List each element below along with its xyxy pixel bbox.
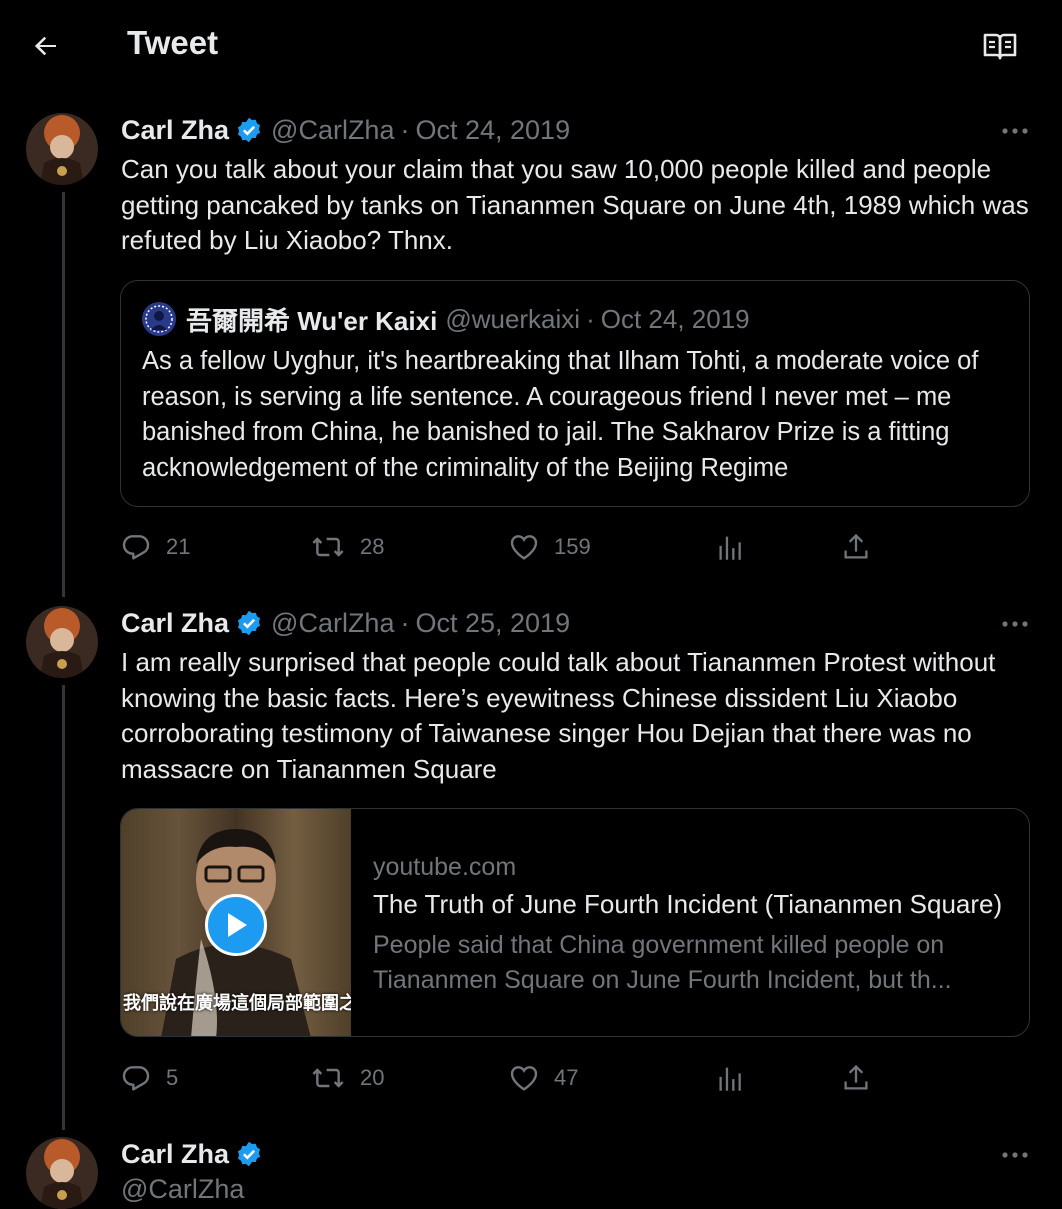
tweet-text: I am really surprised that people could … xyxy=(121,647,996,784)
quoted-tweet[interactable]: 吾爾開希 Wu'er Kaixi @wuerkaixi · Oct 24, 20… xyxy=(120,280,1030,507)
more-horizontal-icon xyxy=(1002,128,1028,134)
like-count: 47 xyxy=(554,1065,579,1090)
share-button[interactable] xyxy=(842,1061,870,1095)
separator: · xyxy=(400,114,410,145)
verified-badge-icon xyxy=(237,1141,261,1167)
author-handle[interactable]: @CarlZha xyxy=(271,115,394,146)
separator: · xyxy=(400,607,410,638)
share-icon xyxy=(844,533,868,559)
book-open-icon xyxy=(983,33,1017,60)
retweet-icon xyxy=(312,1068,344,1088)
arrow-left-icon xyxy=(34,36,56,56)
reader-mode-button[interactable] xyxy=(978,28,1022,64)
tweet-date[interactable]: Oct 25, 2019 xyxy=(415,608,570,639)
analytics-button[interactable] xyxy=(717,1061,745,1095)
reply-count: 21 xyxy=(166,534,191,559)
card-domain: youtube.com xyxy=(373,853,517,881)
video-subtitle: 我們說在廣場這個局部範圍之內 xyxy=(123,993,351,1014)
play-icon xyxy=(228,913,247,937)
play-button[interactable] xyxy=(205,894,267,956)
like-button[interactable]: 159 xyxy=(508,530,591,564)
retweet-count: 20 xyxy=(360,1065,385,1090)
retweet-icon xyxy=(312,537,344,557)
retweet-count: 28 xyxy=(360,534,385,559)
avatar-image xyxy=(26,1137,98,1209)
like-button[interactable]: 47 xyxy=(508,1061,578,1095)
author-name[interactable]: Carl Zha xyxy=(121,1139,229,1170)
reply-button[interactable]: 5 xyxy=(120,1061,178,1095)
analytics-icon xyxy=(719,536,741,560)
author-name[interactable]: Carl Zha xyxy=(121,115,229,146)
card-description: People said that China government killed… xyxy=(373,931,952,994)
more-horizontal-icon xyxy=(1002,1152,1028,1158)
avatar-image xyxy=(26,113,98,185)
heart-icon xyxy=(510,535,538,560)
analytics-button[interactable] xyxy=(717,530,745,564)
share-button[interactable] xyxy=(842,530,870,564)
reply-count: 5 xyxy=(166,1065,179,1090)
back-button[interactable] xyxy=(26,26,66,66)
quote-header: 吾爾開希 Wu'er Kaixi @wuerkaixi · Oct 24, 20… xyxy=(186,301,750,338)
tweet-actions: 21 28 159 xyxy=(120,530,900,564)
retweet-button[interactable]: 20 xyxy=(310,1061,384,1095)
more-options-button[interactable] xyxy=(994,612,1036,636)
tweet-header: Carl Zha @CarlZha · Oct 24, 2019 xyxy=(121,113,570,147)
top-bar: Tweet xyxy=(0,0,1062,90)
verified-badge-icon xyxy=(237,117,261,143)
heart-icon xyxy=(510,1066,538,1091)
card-title: The Truth of June Fourth Incident (Tiana… xyxy=(373,889,1003,919)
quote-date: Oct 24, 2019 xyxy=(600,304,750,334)
tweet-date[interactable]: Oct 24, 2019 xyxy=(415,115,570,146)
more-horizontal-icon xyxy=(1002,621,1028,627)
reply-icon xyxy=(122,535,150,560)
reply-icon xyxy=(122,1066,150,1091)
tweet-header: Carl Zha @CarlZha · Oct 25, 2019 xyxy=(121,606,570,640)
analytics-icon xyxy=(719,1067,741,1091)
separator: · xyxy=(586,304,595,334)
like-count: 159 xyxy=(554,534,591,559)
link-preview-card[interactable]: 我們說在廣場這個局部範圍之內 youtube.com The Truth of … xyxy=(120,808,1030,1037)
author-handle[interactable]: @CarlZha xyxy=(271,608,394,639)
avatar[interactable] xyxy=(26,1137,98,1209)
verified-badge-icon xyxy=(237,610,261,636)
tweet-header: Carl Zha xyxy=(121,1137,271,1171)
more-options-button[interactable] xyxy=(994,1143,1036,1167)
avatar-image xyxy=(26,606,98,678)
retweet-button[interactable]: 28 xyxy=(310,530,384,564)
thread-connector xyxy=(62,192,65,597)
avatar[interactable] xyxy=(26,113,98,185)
reply-button[interactable]: 21 xyxy=(120,530,190,564)
video-thumbnail[interactable]: 我們說在廣場這個局部範圍之內 xyxy=(121,809,351,1036)
more-options-button[interactable] xyxy=(994,119,1036,143)
quote-author-name: 吾爾開希 Wu'er Kaixi xyxy=(186,306,438,336)
avatar[interactable] xyxy=(26,606,98,678)
thread-connector xyxy=(62,685,65,1130)
quote-text: As a fellow Uyghur, it's heartbreaking t… xyxy=(142,347,979,482)
quote-author-handle: @wuerkaixi xyxy=(445,304,581,334)
tweet-text: Can you talk about your claim that you s… xyxy=(121,154,1029,255)
share-icon xyxy=(844,1064,868,1090)
tweet-header-handle-row: @CarlZha xyxy=(121,1172,244,1206)
page-title: Tweet xyxy=(127,24,219,61)
author-name[interactable]: Carl Zha xyxy=(121,608,229,639)
tweet-actions: 5 20 47 xyxy=(120,1061,900,1095)
quote-avatar xyxy=(142,302,176,336)
